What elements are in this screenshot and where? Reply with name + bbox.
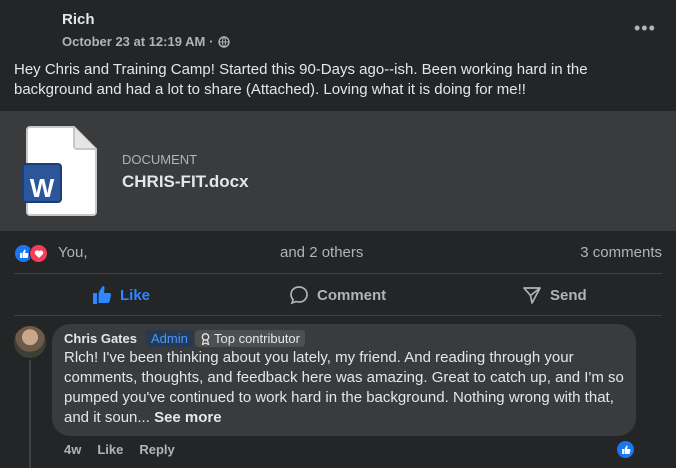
comment-reply-button[interactable]: Reply — [139, 442, 174, 457]
comment-actions: 4w Like Reply — [64, 442, 175, 457]
comment-button[interactable]: Comment — [289, 281, 386, 309]
post-timestamp[interactable]: October 23 at 12:19 AM — [62, 34, 205, 49]
love-reaction-icon — [29, 244, 48, 263]
reaction-you[interactable]: You, — [58, 244, 87, 261]
like-label: Like — [120, 286, 151, 304]
send-button[interactable]: Send — [522, 281, 587, 309]
globe-icon — [217, 35, 230, 48]
comment-label: Comment — [317, 286, 387, 304]
document-attachment[interactable] — [0, 111, 676, 231]
avatar[interactable] — [14, 326, 46, 358]
post-meta: October 23 at 12:19 AM · — [62, 34, 230, 49]
meta-separator: · — [209, 34, 214, 49]
comment-text: Rlch! I've been thinking about you latel… — [64, 348, 628, 428]
thread-line — [29, 360, 31, 468]
divider — [14, 273, 662, 274]
comment-like-reaction-icon[interactable] — [616, 440, 635, 459]
reaction-icons[interactable] — [14, 244, 48, 263]
divider — [14, 315, 662, 316]
comment-author[interactable]: Chris Gates — [64, 331, 137, 346]
comments-count[interactable]: 3 comments — [580, 244, 662, 261]
reaction-others[interactable]: and 2 others — [280, 244, 363, 261]
like-button[interactable]: Like — [92, 281, 150, 309]
post-author[interactable]: Rich — [62, 11, 95, 28]
word-icon-letter: W — [29, 172, 55, 203]
comment-bubble-icon — [290, 286, 308, 305]
more-options-icon[interactable]: ••• — [634, 18, 656, 39]
post-text: Hey Chris and Training Camp! Started thi… — [14, 61, 588, 98]
top-contributor-label: Top contributor — [214, 331, 300, 346]
comment-age[interactable]: 4w — [64, 442, 81, 457]
thumbs-up-icon — [93, 286, 112, 304]
send-icon — [523, 287, 541, 304]
admin-badge: Admin — [146, 330, 193, 347]
top-contributor-badge[interactable]: Top contributor — [195, 330, 305, 347]
comment-like-button[interactable]: Like — [97, 442, 123, 457]
send-label: Send — [550, 286, 587, 304]
attachment-type: DOCUMENT — [122, 152, 198, 167]
see-more-link[interactable]: See more — [154, 409, 222, 426]
comment-body: Rlch! I've been thinking about you latel… — [64, 349, 624, 426]
attachment-file-name[interactable]: CHRIS-FIT.docx — [122, 172, 249, 192]
award-icon — [201, 332, 210, 345]
